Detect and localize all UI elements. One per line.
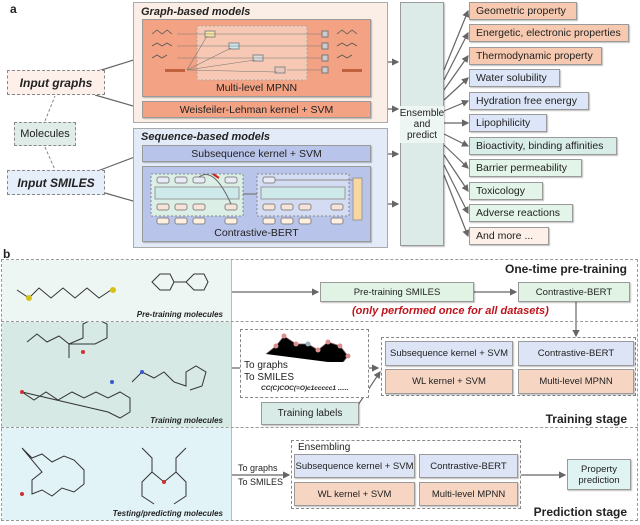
predict-mpnn-box: Multi-level MPNN [419, 482, 518, 506]
property-energetic: Energetic, electronic properties [469, 24, 629, 42]
pretraining-smiles-label: Pre-training SMILES [353, 286, 441, 298]
property-water-solubility: Water solubility [469, 69, 560, 87]
molecules-label: Molecules [20, 128, 70, 140]
training-labels-box: Training labels [261, 402, 359, 425]
predict-mpnn-label: Multi-level MPNN [431, 488, 506, 500]
training-mpnn-label: Multi-level MPNN [539, 376, 613, 387]
input-graphs-box: Input graphs [7, 70, 105, 95]
conversion-box: To graphs To SMILES CC(C)COC(=O)c1ccccc1… [240, 329, 369, 398]
property-prediction-box: Property prediction [567, 459, 631, 490]
training-bert-label: Contrastive-BERT [537, 348, 615, 359]
pretraining-molecules-caption: Pre-training molecules [136, 310, 223, 319]
pretraining-note: (only performed once for all datasets) [352, 305, 549, 317]
mpnn-label: Multi-level MPNN [215, 82, 298, 94]
training-wl-label: WL kernel + SVM [412, 376, 486, 387]
property-prediction-label: Property prediction [578, 463, 620, 486]
input-graphs-label: Input graphs [19, 75, 93, 90]
pretraining-molecules-panel: Pre-training molecules [2, 260, 232, 321]
input-smiles-label: Input SMILES [17, 175, 95, 190]
predict-wl-box: WL kernel + SVM [294, 482, 415, 506]
training-stage-title: Training stage [545, 412, 627, 426]
to-smiles-label: To SMILES [244, 372, 295, 383]
property-thermodynamic: Thermodynamic property [469, 47, 602, 65]
training-bert-box: Contrastive-BERT [518, 341, 634, 366]
training-subseq-label: Subsequence kernel + SVM [389, 348, 509, 359]
contrastive-bert-box: Contrastive-BERT [142, 166, 371, 242]
pretraining-smiles-box: Pre-training SMILES [320, 282, 474, 302]
predict-subseq-box: Subsequence kernel + SVM [294, 454, 415, 478]
input-smiles-box: Input SMILES [7, 170, 105, 195]
wl-kernel-label: Weisfeiler-Lehman kernel + SVM [179, 103, 334, 116]
to-graphs-label: To graphs [244, 360, 288, 371]
training-mpnn-box: Multi-level MPNN [518, 369, 634, 394]
graph-models-title: Graph-based models [141, 6, 251, 18]
training-molecule-drawings [20, 317, 207, 419]
property-barrier: Barrier permeability [469, 159, 582, 177]
prediction-stage-title: Prediction stage [533, 505, 627, 519]
testing-molecules-panel: Testing/predicting molecules [2, 428, 232, 520]
molecules-box: Molecules [14, 122, 76, 146]
mpnn-box: Multi-level MPNN [142, 19, 371, 97]
smiles-example: CC(C)COC(=O)c1ccccc1 ...... [261, 385, 349, 392]
mpnn-network-illustration [151, 25, 362, 81]
graph-illustration [265, 333, 351, 362]
property-toxicology: Toxicology [469, 182, 543, 200]
property-geometric: Geometric property [469, 2, 577, 20]
property-lipophilicity: Lipophilicity [469, 114, 547, 132]
bert-network-illustration [150, 173, 363, 225]
subsequence-kernel-box: Subsequence kernel + SVM [142, 145, 371, 162]
ensemble-predict-box: Ensemble and predict [399, 2, 445, 246]
predict-bert-label: Contrastive-BERT [430, 460, 507, 472]
property-hydration: Hydration free energy [469, 92, 589, 110]
pretraining-bert-box: Contrastive-BERT [518, 282, 630, 302]
ensemble-predict-label: Ensemble and predict [399, 105, 445, 143]
training-subseq-box: Subsequence kernel + SVM [385, 341, 513, 366]
predict-subseq-label: Subsequence kernel + SVM [295, 460, 414, 472]
sequence-models-title: Sequence-based models [141, 131, 270, 143]
training-molecules-panel: Training molecules [2, 317, 232, 427]
training-labels-label: Training labels [277, 408, 343, 419]
training-molecules-caption: Training molecules [150, 416, 223, 425]
predict-bert-box: Contrastive-BERT [419, 454, 518, 478]
predict-to-graphs-label: To graphs [238, 463, 278, 473]
predict-to-smiles-label: To SMILES [238, 477, 284, 487]
predict-wl-label: WL kernel + SVM [317, 488, 392, 500]
contrastive-bert-label: Contrastive-BERT [214, 227, 299, 239]
property-adverse: Adverse reactions [469, 204, 573, 222]
testing-molecule-drawings [20, 447, 187, 505]
property-more: And more ... [469, 227, 549, 245]
training-wl-box: WL kernel + SVM [385, 369, 513, 394]
wl-kernel-box: Weisfeiler-Lehman kernel + SVM [142, 101, 371, 118]
ensembling-label: Ensembling [298, 442, 351, 453]
pretraining-bert-label: Contrastive-BERT [535, 286, 613, 298]
subsequence-kernel-label: Subsequence kernel + SVM [191, 147, 322, 160]
testing-molecules-caption: Testing/predicting molecules [112, 509, 223, 518]
pretraining-stage-title: One-time pre-training [504, 262, 627, 276]
property-bioactivity: Bioactivity, binding affinities [469, 137, 617, 155]
panel-a-label: a [10, 2, 17, 16]
